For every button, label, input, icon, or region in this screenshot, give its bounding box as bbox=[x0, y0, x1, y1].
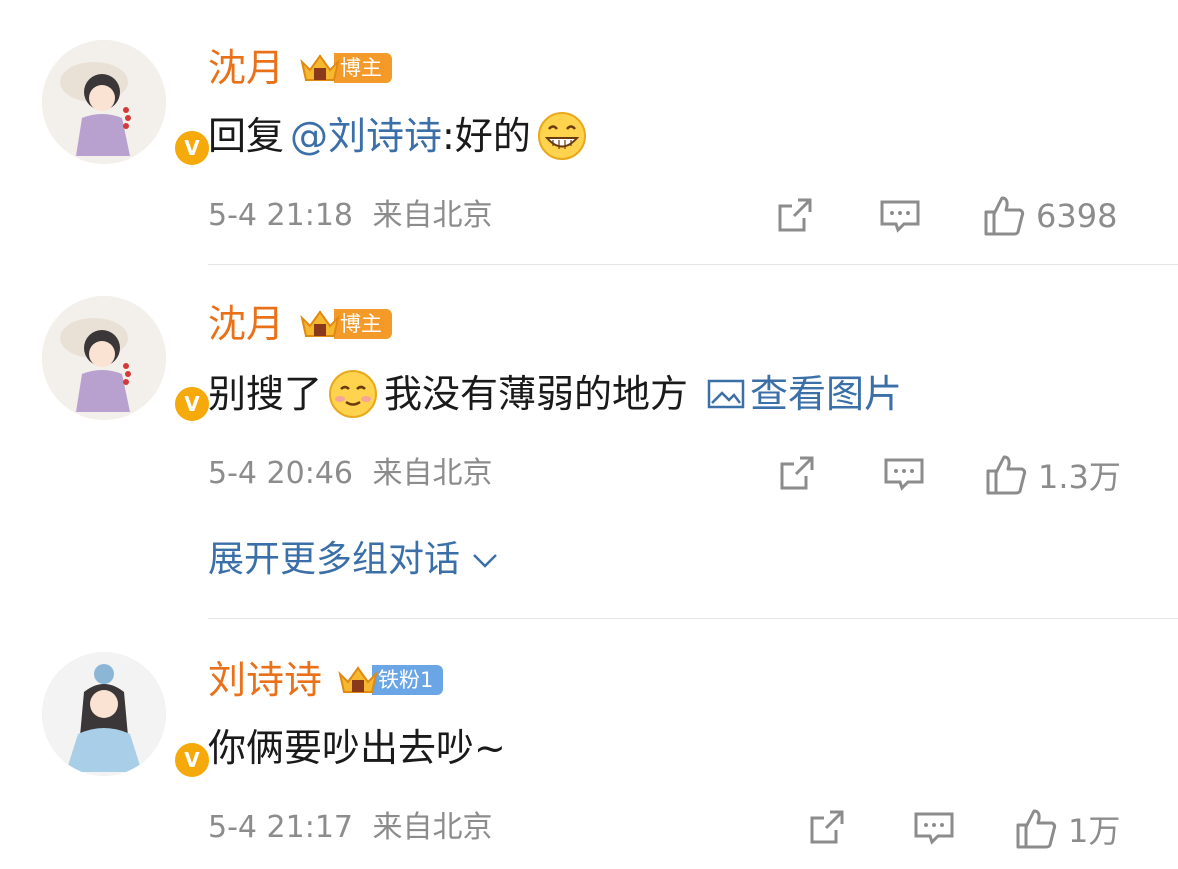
verified-icon: V bbox=[172, 384, 212, 424]
name-row: 沈月 博主 bbox=[208, 44, 393, 92]
share-button[interactable] bbox=[774, 194, 818, 238]
like-count: 1万 bbox=[1068, 812, 1121, 850]
view-image-link[interactable]: 查看图片 bbox=[706, 368, 902, 420]
tag-label: 铁粉1 bbox=[372, 665, 444, 695]
mention-link[interactable]: @刘诗诗 bbox=[290, 110, 442, 162]
verified-icon: V bbox=[172, 128, 212, 168]
avatar[interactable]: V bbox=[42, 40, 212, 168]
like-icon bbox=[986, 455, 1027, 495]
comment-body-b: 我没有薄弱的地方 bbox=[384, 372, 689, 416]
expand-conversation-button[interactable]: 展开更多组对话 bbox=[208, 536, 502, 584]
username[interactable]: 刘诗诗 bbox=[208, 656, 322, 704]
share-icon bbox=[778, 198, 812, 232]
username[interactable]: 沈月 bbox=[208, 44, 284, 92]
expand-label: 展开更多组对话 bbox=[208, 539, 461, 580]
divider bbox=[208, 618, 1178, 619]
user-tag[interactable]: 博主 bbox=[298, 50, 393, 86]
tag-label: 博主 bbox=[334, 309, 393, 339]
name-row: 沈月 博主 bbox=[208, 300, 393, 348]
comment-text: 别搜了 我没有薄弱的地方 查看图片 bbox=[208, 368, 902, 420]
like-button[interactable]: 6398 bbox=[982, 194, 1117, 238]
user-tag[interactable]: 铁粉1 bbox=[336, 662, 444, 698]
share-icon bbox=[810, 810, 844, 844]
comment-text: 你俩要吵出去吵~ bbox=[208, 722, 506, 774]
comment-text: 回复 @刘诗诗 :好的 bbox=[208, 110, 593, 162]
crown-icon bbox=[338, 666, 378, 693]
verified-icon: V bbox=[172, 740, 212, 780]
like-count: 1.3万 bbox=[1038, 458, 1121, 496]
name-row: 刘诗诗 铁粉1 bbox=[208, 656, 444, 704]
comment-body-a: 别搜了 bbox=[208, 372, 323, 416]
share-button[interactable] bbox=[776, 452, 820, 496]
chevron-down-icon bbox=[473, 554, 497, 568]
avatar[interactable]: V bbox=[42, 652, 212, 780]
like-count: 6398 bbox=[1036, 197, 1118, 235]
crown-icon bbox=[300, 310, 340, 337]
smile-emoji bbox=[329, 370, 378, 418]
comment-icon bbox=[884, 458, 924, 491]
action-bar: 6398 bbox=[0, 194, 1178, 238]
user-tag[interactable]: 博主 bbox=[298, 306, 393, 342]
avatar-illustration bbox=[42, 296, 166, 420]
like-button[interactable]: 1.3万 bbox=[984, 452, 1121, 498]
action-bar: 1.3万 bbox=[0, 452, 1178, 496]
grin-emoji bbox=[537, 112, 586, 160]
avatar-illustration bbox=[42, 40, 166, 164]
username[interactable]: 沈月 bbox=[208, 300, 284, 348]
comment-button[interactable] bbox=[882, 452, 926, 496]
share-button[interactable] bbox=[806, 806, 850, 850]
comment-body: :好的 bbox=[442, 114, 531, 158]
view-image-label: 查看图片 bbox=[750, 372, 903, 416]
comment-body: 你俩要吵出去吵~ bbox=[208, 726, 506, 770]
reply-prefix: 回复 bbox=[208, 114, 285, 158]
comment-icon bbox=[914, 812, 954, 845]
comment-button[interactable] bbox=[878, 194, 922, 238]
comment-button[interactable] bbox=[912, 806, 956, 850]
image-icon bbox=[707, 379, 745, 409]
action-bar: 1万 bbox=[0, 806, 1178, 850]
tag-label: 博主 bbox=[334, 53, 393, 83]
avatar[interactable]: V bbox=[42, 296, 212, 424]
divider bbox=[208, 264, 1178, 265]
comment-icon bbox=[880, 200, 920, 233]
like-icon bbox=[1016, 809, 1057, 849]
crown-icon bbox=[300, 54, 340, 81]
like-icon bbox=[984, 196, 1025, 236]
share-icon bbox=[780, 456, 814, 490]
avatar-illustration bbox=[42, 652, 166, 776]
like-button[interactable]: 1万 bbox=[1014, 806, 1120, 852]
